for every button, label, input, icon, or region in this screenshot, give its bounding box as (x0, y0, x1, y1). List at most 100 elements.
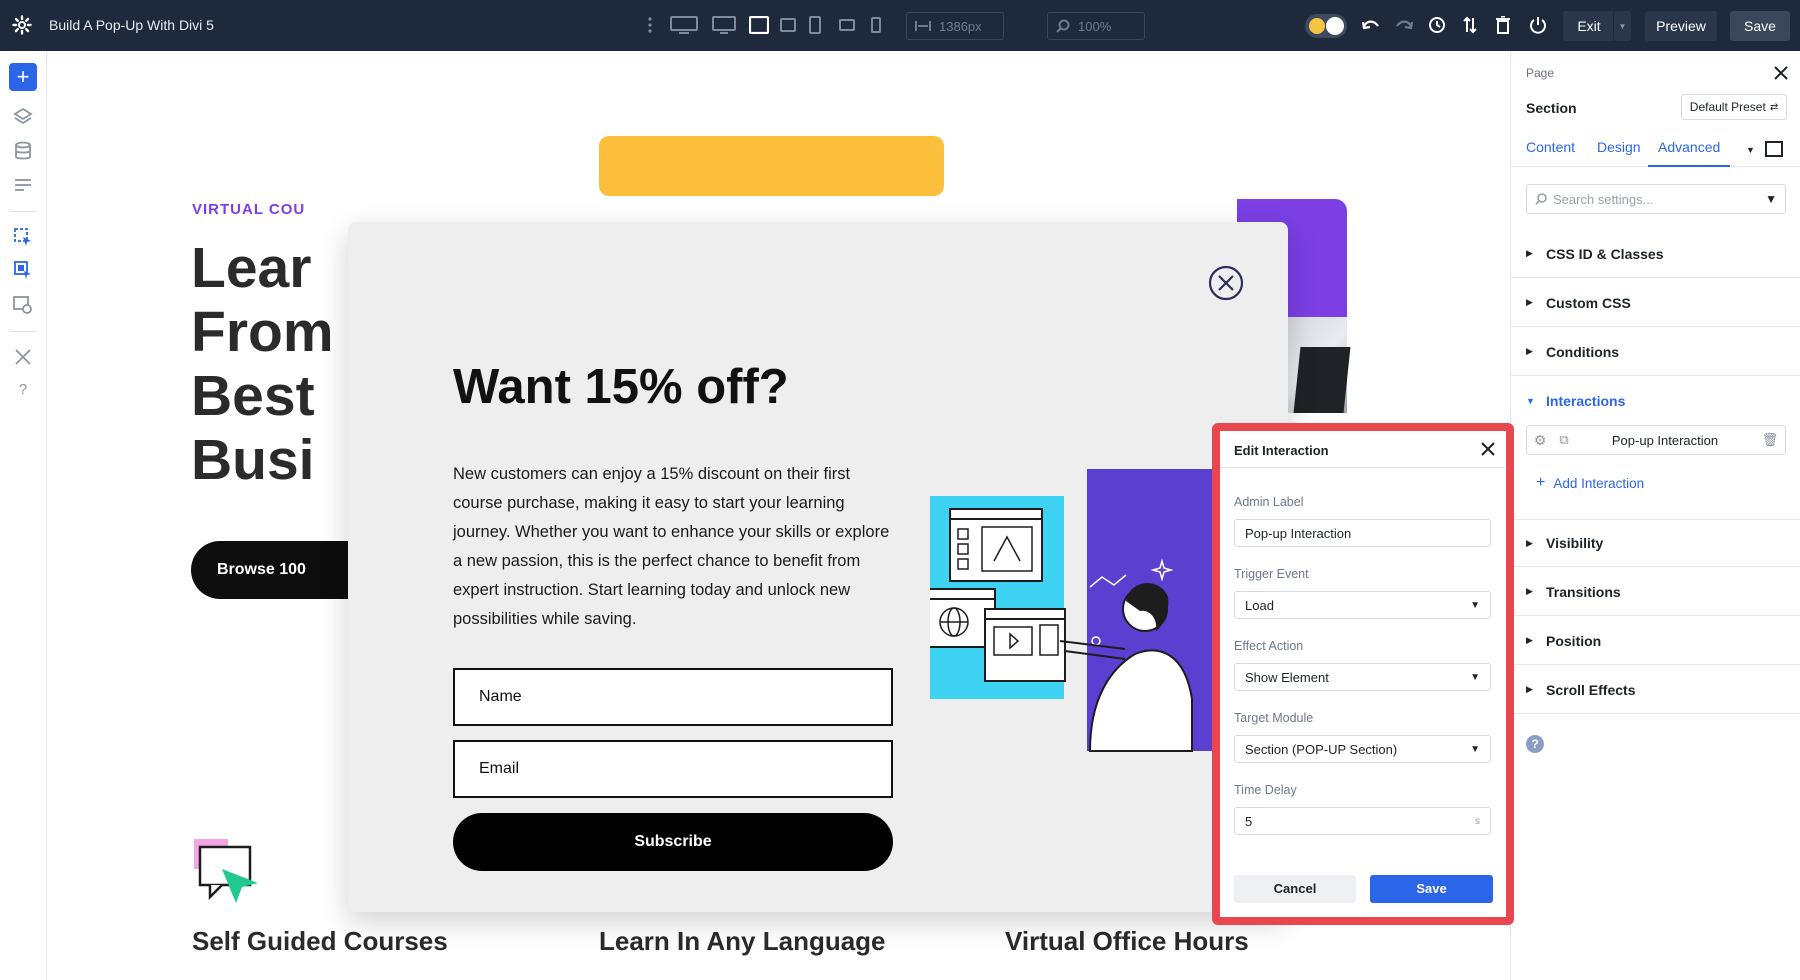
wireframe-dots-icon[interactable] (645, 14, 655, 36)
database-icon[interactable] (12, 140, 34, 162)
layers-icon[interactable] (12, 106, 34, 128)
accordion-css-id-classes[interactable]: ▶CSS ID & Classes (1511, 230, 1800, 278)
zoom-field[interactable]: 100% (1047, 12, 1145, 40)
duplicate-icon[interactable]: ⧉ (1553, 432, 1575, 448)
exit-button[interactable]: Exit (1563, 11, 1615, 41)
gear-icon[interactable]: ⚙ (1527, 432, 1553, 449)
chevron-down-icon[interactable]: ▼ (1746, 145, 1755, 173)
feature-title: Learn In Any Language (599, 926, 886, 957)
select-tool-icon[interactable] (12, 226, 34, 248)
hero-line: From (191, 300, 334, 364)
hero-eyebrow: VIRTUAL COU (192, 201, 305, 218)
save-button[interactable]: Save (1730, 11, 1790, 41)
toggle-view-icon[interactable] (1765, 141, 1783, 157)
name-field[interactable]: Name (453, 668, 893, 726)
help-icon[interactable]: ? (12, 381, 34, 403)
desktop-wide-icon[interactable] (669, 14, 699, 36)
tablet-icon[interactable] (779, 14, 797, 36)
trigger-event-value: Load (1245, 598, 1274, 613)
target-module-select[interactable]: Section (POP-UP Section) ▼ (1234, 735, 1491, 763)
exit-dropdown-button[interactable]: ▼ (1613, 11, 1631, 41)
subscribe-button[interactable]: Subscribe (453, 813, 893, 871)
search-icon (1535, 193, 1547, 205)
tools-icon[interactable] (12, 346, 34, 368)
redo-icon[interactable] (1394, 14, 1414, 36)
effect-action-label: Effect Action (1234, 639, 1303, 653)
phone-icon[interactable] (870, 14, 882, 36)
admin-label-input[interactable]: Pop-up Interaction (1234, 519, 1491, 547)
preview-button[interactable]: Preview (1645, 11, 1717, 41)
sort-icon[interactable] (1461, 14, 1479, 36)
multi-select-icon[interactable] (12, 259, 34, 281)
tablet-portrait-icon[interactable] (808, 14, 822, 36)
preview-label: Preview (1656, 18, 1706, 34)
power-icon[interactable] (1529, 14, 1547, 36)
tablet-landscape-icon[interactable] (748, 14, 770, 36)
preset-dropdown[interactable]: Default Preset ⇄ (1681, 94, 1787, 120)
popup-illustration (930, 469, 1230, 769)
plus-icon: + (1536, 474, 1545, 492)
chevron-down-icon: ▼ (1470, 672, 1480, 683)
add-module-button[interactable]: + (9, 63, 37, 91)
tab-content[interactable]: Content (1526, 139, 1575, 167)
filter-icon[interactable]: ▼ (1765, 192, 1777, 206)
page-settings-icon[interactable] (12, 175, 34, 197)
trash-icon[interactable] (1494, 14, 1512, 36)
top-toolbar: Build A Pop-Up With Divi 5 1386px 100% (0, 0, 1800, 51)
accordion-label: Visibility (1546, 535, 1603, 551)
modal-title: Edit Interaction (1234, 443, 1329, 458)
accordion-label: Transitions (1546, 584, 1621, 600)
accordion-transitions[interactable]: ▶Transitions (1511, 568, 1800, 616)
time-delay-input[interactable]: 5 s (1234, 807, 1491, 835)
trigger-event-label: Trigger Event (1234, 567, 1309, 581)
cancel-button[interactable]: Cancel (1234, 875, 1356, 903)
caret-down-icon: ▼ (1526, 396, 1536, 406)
left-sidebar: + ? (0, 51, 47, 980)
canvas-width-field[interactable]: 1386px (906, 12, 1004, 40)
close-icon[interactable] (1481, 442, 1495, 456)
time-delay-label: Time Delay (1234, 783, 1297, 797)
target-module-label: Target Module (1234, 711, 1313, 725)
feature-title: Virtual Office Hours (1005, 926, 1249, 957)
tab-design[interactable]: Design (1597, 139, 1641, 167)
add-interaction-button[interactable]: + Add Interaction (1536, 474, 1644, 492)
admin-label-label: Admin Label (1234, 495, 1304, 509)
history-icon[interactable] (1427, 14, 1447, 36)
caret-right-icon: ▶ (1526, 684, 1536, 695)
search-input[interactable]: Search settings... ▼ (1526, 184, 1786, 214)
caret-right-icon: ▶ (1526, 635, 1536, 646)
undo-icon[interactable] (1361, 14, 1381, 36)
toggle-knob (1326, 17, 1344, 35)
accordion-visibility[interactable]: ▶ Visibility (1511, 519, 1800, 567)
accordion-conditions[interactable]: ▶Conditions (1511, 328, 1800, 376)
theme-toggle[interactable] (1305, 14, 1347, 38)
close-icon[interactable] (1208, 265, 1244, 301)
caret-right-icon: ▶ (1526, 538, 1536, 549)
interaction-item[interactable]: ⚙ ⧉ Pop-up Interaction 🗑 (1526, 425, 1786, 455)
effect-action-value: Show Element (1245, 670, 1329, 685)
close-icon[interactable] (1773, 65, 1789, 81)
accordion-position[interactable]: ▶ Position (1511, 617, 1800, 665)
trigger-event-select[interactable]: Load ▼ (1234, 591, 1491, 619)
effect-action-select[interactable]: Show Element ▼ (1234, 663, 1491, 691)
phone-landscape-icon[interactable] (838, 14, 856, 36)
desktop-icon[interactable] (711, 14, 737, 36)
trash-icon[interactable]: 🗑 (1755, 432, 1785, 448)
zoom-icon (1056, 19, 1070, 33)
accordion-interactions[interactable]: ▼Interactions (1511, 377, 1800, 425)
breadcrumb[interactable]: Page (1526, 66, 1554, 80)
accordion-label: Position (1546, 633, 1601, 649)
template-search-icon[interactable] (12, 294, 34, 316)
time-delay-unit: s (1475, 816, 1480, 827)
hero-line: Busi (191, 428, 334, 492)
tab-advanced[interactable]: Advanced (1648, 139, 1730, 167)
email-field[interactable]: Email (453, 740, 893, 798)
accordion-custom-css[interactable]: ▶Custom CSS (1511, 279, 1800, 327)
gear-icon[interactable] (12, 15, 32, 35)
accordion-scroll-effects[interactable]: ▶Scroll Effects (1511, 666, 1800, 714)
popup-description: New customers can enjoy a 15% discount o… (453, 460, 898, 634)
save-interaction-button[interactable]: Save (1370, 875, 1493, 903)
help-icon[interactable]: ? (1526, 735, 1544, 753)
accordion-label: Custom CSS (1546, 295, 1631, 311)
save-label: Save (1744, 18, 1776, 34)
